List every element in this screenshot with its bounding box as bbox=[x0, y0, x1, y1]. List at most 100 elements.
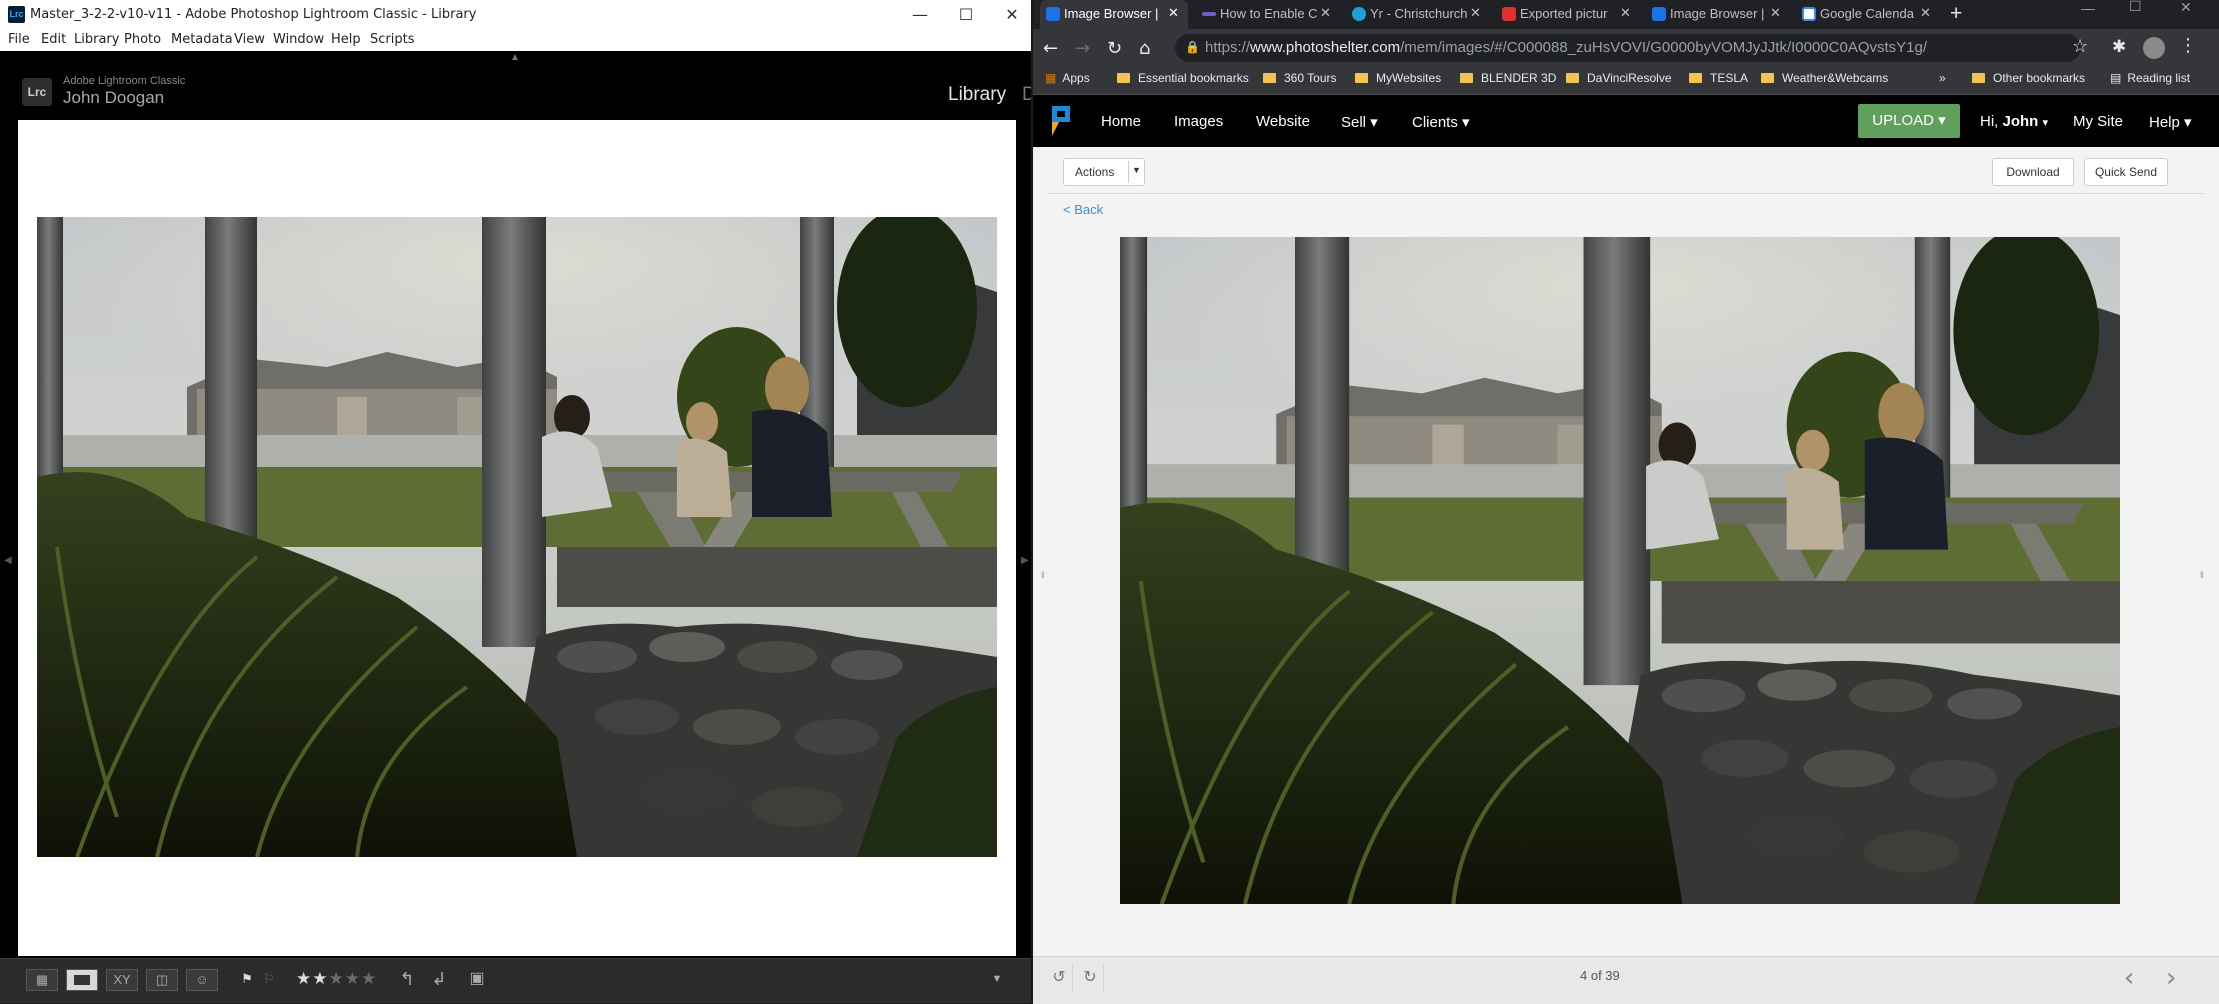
nav-clients[interactable]: Clients ▾ bbox=[1412, 113, 1470, 131]
lock-icon[interactable]: 🔒 bbox=[1185, 40, 1200, 54]
reading-list-icon: ▤ bbox=[2110, 71, 2122, 85]
rotate-right-icon[interactable]: ↻ bbox=[1077, 965, 1104, 991]
module-library[interactable]: Library bbox=[948, 84, 1006, 106]
flag-reject-icon[interactable]: ⚐ bbox=[262, 969, 276, 989]
photoshelter-icon bbox=[1046, 7, 1060, 21]
tab-exported-pictures[interactable]: Exported pictur ✕ bbox=[1496, 0, 1638, 29]
tab-image-browser-2[interactable]: Image Browser | ✕ bbox=[1646, 0, 1788, 29]
bookmark-360-tours[interactable]: 360 Tours bbox=[1263, 71, 1336, 85]
tab-close-icon[interactable]: ✕ bbox=[1168, 5, 1179, 21]
tab-close-icon[interactable]: ✕ bbox=[1470, 5, 1481, 21]
home-icon[interactable]: ⌂ bbox=[1139, 38, 1150, 59]
nav-website[interactable]: Website bbox=[1256, 113, 1310, 130]
rotate-left-icon[interactable]: ↺ bbox=[1046, 965, 1073, 991]
url-path: /mem/images/#/C000088_zuHsVOVI/G0000byVO… bbox=[1400, 39, 1928, 56]
upload-button[interactable]: UPLOAD ▾ bbox=[1858, 104, 1960, 138]
previous-image-icon[interactable]: ‹ bbox=[2124, 963, 2134, 993]
bookmarks-overflow[interactable]: » bbox=[1939, 71, 1946, 85]
tab-close-icon[interactable]: ✕ bbox=[1620, 5, 1631, 21]
crop-overlay-icon[interactable]: ▣ bbox=[466, 969, 488, 989]
profile-avatar[interactable] bbox=[2143, 37, 2165, 59]
menu-metadata[interactable]: Metadata bbox=[171, 32, 233, 47]
tab-how-to-enable[interactable]: How to Enable C ✕ bbox=[1196, 0, 1338, 29]
minimize-icon[interactable]: — bbox=[897, 0, 943, 29]
lrc-logo: Lrc bbox=[22, 78, 52, 106]
back-link[interactable]: < Back bbox=[1063, 202, 1103, 217]
rotate-right-icon[interactable]: ↲ bbox=[428, 969, 450, 989]
extensions-icon[interactable]: ✱ bbox=[2112, 37, 2126, 57]
tab-close-icon[interactable]: ✕ bbox=[1770, 5, 1781, 21]
photoshelter-logo[interactable] bbox=[1049, 104, 1073, 138]
right-panel-toggle-icon[interactable]: ▶ bbox=[1021, 555, 1029, 566]
tab-close-icon[interactable]: ✕ bbox=[1320, 5, 1331, 21]
user-name: John bbox=[2002, 113, 2039, 130]
browser-menu-icon[interactable]: ⋮ bbox=[2179, 35, 2197, 56]
menu-help[interactable]: Help bbox=[331, 32, 361, 47]
caret-down-icon: ▾ bbox=[2042, 117, 2049, 129]
nav-sell[interactable]: Sell ▾ bbox=[1341, 113, 1378, 131]
nav-help[interactable]: Help ▾ bbox=[2149, 113, 2192, 131]
grid-view-icon[interactable]: ▦ bbox=[26, 969, 58, 991]
browser-minimize-icon[interactable]: — bbox=[2081, 0, 2095, 16]
folder-icon bbox=[1689, 73, 1702, 83]
nav-images[interactable]: Images bbox=[1174, 113, 1223, 130]
browser-maximize-icon[interactable]: ☐ bbox=[2129, 0, 2142, 15]
download-button[interactable]: Download bbox=[1992, 158, 2074, 186]
bookmark-tesla[interactable]: TESLA bbox=[1689, 71, 1748, 85]
top-panel-toggle-icon[interactable]: ▲ bbox=[510, 52, 520, 63]
bookmark-essential[interactable]: Essential bookmarks bbox=[1117, 71, 1249, 85]
bookmark-weather[interactable]: Weather&Webcams bbox=[1761, 71, 1888, 85]
bookmark-star-icon[interactable]: ☆ bbox=[2072, 36, 2088, 57]
nav-my-site[interactable]: My Site bbox=[2073, 113, 2123, 130]
bookmark-other[interactable]: Other bookmarks bbox=[1972, 71, 2085, 85]
nav-home[interactable]: Home bbox=[1101, 113, 1141, 130]
maximize-icon[interactable]: ☐ bbox=[943, 0, 989, 29]
folder-icon bbox=[1355, 73, 1368, 83]
tab-title: Image Browser | bbox=[1670, 6, 1765, 21]
window-title: Master_3-2-2-v10-v11 - Adobe Photoshop L… bbox=[30, 7, 477, 22]
left-edge-handle: ‖ bbox=[1041, 570, 1045, 580]
menu-window[interactable]: Window bbox=[273, 32, 324, 47]
menu-view[interactable]: View bbox=[234, 32, 265, 47]
survey-view-icon[interactable]: ◫ bbox=[146, 969, 178, 991]
star-rating[interactable]: ★★★★★ bbox=[296, 969, 382, 989]
close-icon[interactable]: ✕ bbox=[989, 0, 1031, 29]
reading-list[interactable]: ▤ Reading list bbox=[2110, 71, 2190, 85]
menu-photo[interactable]: Photo bbox=[124, 32, 161, 47]
loupe-view-icon[interactable] bbox=[66, 969, 98, 991]
tab-close-icon[interactable]: ✕ bbox=[1920, 5, 1931, 21]
bookmark-davinci[interactable]: DaVinciResolve bbox=[1566, 71, 1672, 85]
bookmark-mywebsites[interactable]: MyWebsites bbox=[1355, 71, 1441, 85]
browser-close-icon[interactable]: ✕ bbox=[2180, 0, 2192, 16]
toolbar-content-dropdown-icon[interactable]: ▼ bbox=[988, 969, 1006, 989]
menu-scripts[interactable]: Scripts bbox=[370, 32, 414, 47]
tab-yr-christchurch[interactable]: Yr - Christchurch ✕ bbox=[1346, 0, 1488, 29]
quick-send-button[interactable]: Quick Send bbox=[2084, 158, 2168, 186]
actions-dropdown[interactable]: Actions ▼ bbox=[1063, 158, 1145, 186]
url-text[interactable]: https://www.photoshelter.com/mem/images/… bbox=[1205, 39, 1927, 56]
folder-icon bbox=[1972, 73, 1985, 83]
bookmark-label: TESLA bbox=[1710, 71, 1749, 85]
forward-arrow-icon[interactable]: → bbox=[1075, 38, 1090, 59]
menu-edit[interactable]: Edit bbox=[41, 32, 66, 47]
rotate-left-icon[interactable]: ↰ bbox=[396, 969, 418, 989]
menu-file[interactable]: File bbox=[8, 32, 30, 47]
module-develop[interactable]: D bbox=[1022, 84, 1031, 106]
next-image-icon[interactable]: › bbox=[2166, 963, 2176, 993]
compare-view-icon[interactable]: XY bbox=[106, 969, 138, 991]
bookmark-apps[interactable]: ▦ Apps bbox=[1045, 71, 1090, 85]
preview-photo[interactable] bbox=[1120, 237, 2120, 904]
tab-google-calendar[interactable]: Google Calenda ✕ bbox=[1796, 0, 1938, 29]
people-view-icon[interactable]: ☺ bbox=[186, 969, 218, 991]
bookmark-label: Other bookmarks bbox=[1993, 71, 2086, 85]
reload-icon[interactable]: ↻ bbox=[1107, 38, 1122, 59]
new-tab-icon[interactable]: + bbox=[1950, 2, 1962, 26]
tab-image-browser-1[interactable]: Image Browser | ✕ bbox=[1040, 0, 1188, 29]
bookmark-blender[interactable]: BLENDER 3D bbox=[1460, 71, 1556, 85]
menu-library[interactable]: Library bbox=[74, 32, 119, 47]
folder-icon bbox=[1761, 73, 1774, 83]
back-arrow-icon[interactable]: ← bbox=[1043, 38, 1058, 59]
left-panel-toggle-icon[interactable]: ◀ bbox=[4, 555, 12, 566]
flag-pick-icon[interactable]: ⚑ bbox=[240, 969, 254, 989]
user-menu[interactable]: Hi, John ▾ bbox=[1980, 113, 2048, 130]
